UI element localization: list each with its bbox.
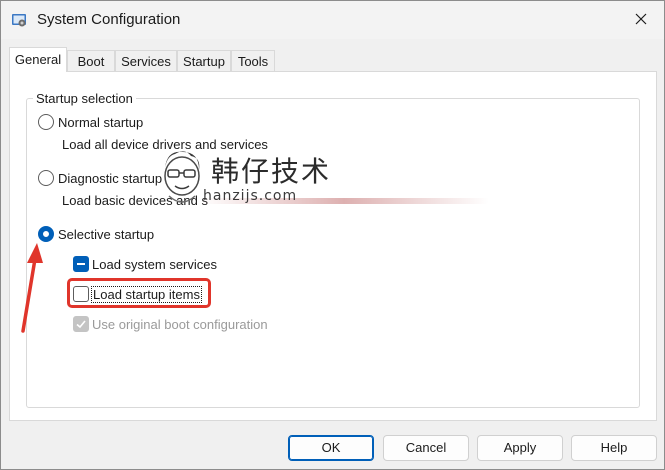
normal-startup-description: Load all device drivers and services	[62, 137, 268, 152]
selective-startup-label: Selective startup	[58, 226, 155, 242]
apply-button[interactable]: Apply	[477, 435, 563, 461]
normal-startup-radio-circle[interactable]	[38, 114, 54, 130]
load-system-services-label: Load system services	[92, 256, 217, 272]
use-original-boot-config-check	[73, 316, 89, 332]
normal-startup-label: Normal startup	[58, 114, 144, 130]
startup-selection-label: Startup selection	[33, 91, 136, 106]
annotation-highlight-box	[67, 278, 211, 308]
normal-startup-radio[interactable]: Normal startup	[38, 114, 143, 130]
tab-general[interactable]: General	[9, 47, 67, 72]
tab-services[interactable]: Services	[115, 50, 177, 71]
use-original-boot-config-checkbox: Use original boot configuration	[73, 316, 268, 332]
load-system-services-check[interactable]	[73, 256, 89, 272]
use-original-boot-config-label: Use original boot configuration	[92, 316, 268, 332]
selective-startup-radio[interactable]: Selective startup	[38, 226, 154, 242]
diagnostic-startup-radio-circle[interactable]	[38, 170, 54, 186]
diagnostic-startup-radio[interactable]: Diagnostic startup	[38, 170, 162, 186]
window-title: System Configuration	[37, 11, 181, 28]
help-button[interactable]: Help	[571, 435, 657, 461]
diagnostic-startup-label: Diagnostic startup	[58, 170, 163, 186]
msconfig-app-icon	[11, 12, 27, 28]
load-system-services-checkbox[interactable]: Load system services	[73, 256, 217, 272]
cancel-button[interactable]: Cancel	[383, 435, 469, 461]
tab-boot[interactable]: Boot	[67, 50, 115, 71]
tab-tools[interactable]: Tools	[231, 50, 275, 71]
diagnostic-startup-description: Load basic devices and s	[62, 193, 208, 208]
ok-button[interactable]: OK	[288, 435, 374, 461]
title-bar: System Configuration	[1, 1, 664, 39]
annotation-arrow	[21, 243, 43, 333]
system-configuration-window: System Configuration General Boot Servic…	[0, 0, 665, 470]
tab-startup[interactable]: Startup	[177, 50, 231, 71]
close-icon	[635, 13, 647, 28]
close-button[interactable]	[618, 1, 664, 39]
